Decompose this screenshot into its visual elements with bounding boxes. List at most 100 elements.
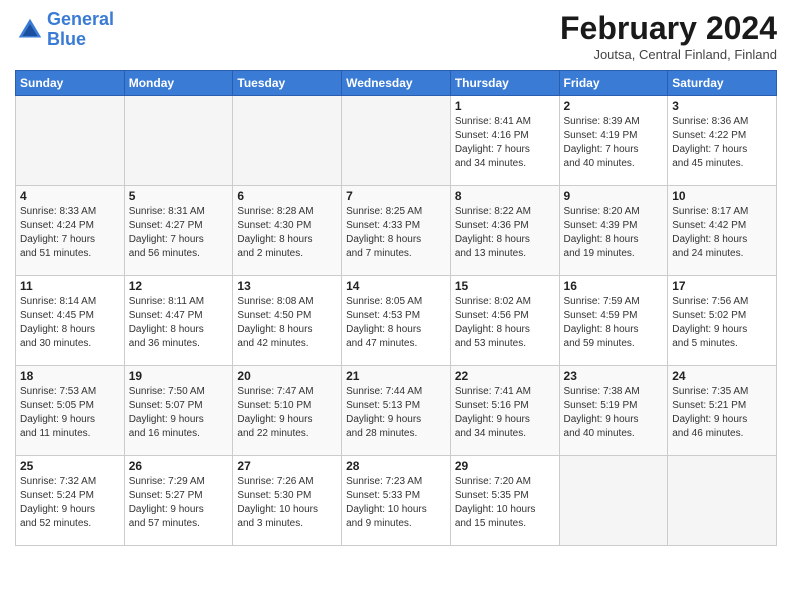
day-number: 16 bbox=[564, 279, 664, 293]
calendar-day-cell: 28Sunrise: 7:23 AM Sunset: 5:33 PM Dayli… bbox=[342, 456, 451, 546]
day-number: 2 bbox=[564, 99, 664, 113]
day-info: Sunrise: 8:25 AM Sunset: 4:33 PM Dayligh… bbox=[346, 205, 446, 261]
day-info: Sunrise: 7:26 AM Sunset: 5:30 PM Dayligh… bbox=[237, 475, 337, 531]
calendar-day-cell: 11 Sunrise: 8:14 AM Sunset: 4:45 PM Dayli… bbox=[16, 276, 125, 366]
day-info: Sunrise: 8:39 AM Sunset: 4:19 PM Dayligh… bbox=[564, 115, 664, 171]
calendar-day-cell: 19 Sunrise: 7:50 AM Sunset: 5:07 PM Dayli… bbox=[124, 366, 233, 456]
calendar-day-cell: 24Sunrise: 7:35 AM Sunset: 5:21 PM Dayli… bbox=[668, 366, 777, 456]
day-number: 22 bbox=[455, 369, 555, 383]
day-info: Sunrise: 7:53 AM Sunset: 5:05 PM Dayligh… bbox=[20, 385, 120, 441]
day-info: Sunrise: 8:22 AM Sunset: 4:36 PM Dayligh… bbox=[455, 205, 555, 261]
day-number: 18 bbox=[20, 369, 120, 383]
day-number: 17 bbox=[672, 279, 772, 293]
logo-line1: General bbox=[47, 9, 114, 29]
day-number: 27 bbox=[237, 459, 337, 473]
calendar-day-cell bbox=[559, 456, 668, 546]
day-number: 10 bbox=[672, 189, 772, 203]
weekday-header-cell: Friday bbox=[559, 71, 668, 96]
day-number: 12 bbox=[129, 279, 229, 293]
month-title: February 2024 bbox=[560, 10, 777, 47]
calendar-day-cell bbox=[342, 96, 451, 186]
calendar-day-cell: 23 Sunrise: 7:38 AM Sunset: 5:19 PM Dayli… bbox=[559, 366, 668, 456]
day-number: 26 bbox=[129, 459, 229, 473]
calendar-day-cell: 7 Sunrise: 8:25 AM Sunset: 4:33 PM Daylig… bbox=[342, 186, 451, 276]
calendar-day-cell: 14 Sunrise: 8:05 AM Sunset: 4:53 PM Dayli… bbox=[342, 276, 451, 366]
day-number: 14 bbox=[346, 279, 446, 293]
calendar-day-cell: 18 Sunrise: 7:53 AM Sunset: 5:05 PM Dayli… bbox=[16, 366, 125, 456]
calendar-day-cell: 12 Sunrise: 8:11 AM Sunset: 4:47 PM Dayli… bbox=[124, 276, 233, 366]
weekday-header-cell: Monday bbox=[124, 71, 233, 96]
day-number: 15 bbox=[455, 279, 555, 293]
calendar-day-cell: 22 Sunrise: 7:41 AM Sunset: 5:16 PM Dayli… bbox=[450, 366, 559, 456]
day-info: Sunrise: 7:32 AM Sunset: 5:24 PM Dayligh… bbox=[20, 475, 120, 531]
day-info: Sunrise: 8:20 AM Sunset: 4:39 PM Dayligh… bbox=[564, 205, 664, 261]
day-info: Sunrise: 7:44 AM Sunset: 5:13 PM Dayligh… bbox=[346, 385, 446, 441]
day-info: Sunrise: 7:41 AM Sunset: 5:16 PM Dayligh… bbox=[455, 385, 555, 441]
day-info: Sunrise: 8:08 AM Sunset: 4:50 PM Dayligh… bbox=[237, 295, 337, 351]
day-number: 24 bbox=[672, 369, 772, 383]
calendar-day-cell bbox=[16, 96, 125, 186]
calendar-day-cell: 29Sunrise: 7:20 AM Sunset: 5:35 PM Dayli… bbox=[450, 456, 559, 546]
weekday-header-cell: Wednesday bbox=[342, 71, 451, 96]
day-info: Sunrise: 8:41 AM Sunset: 4:16 PM Dayligh… bbox=[455, 115, 555, 171]
calendar-day-cell: 1 Sunrise: 8:41 AM Sunset: 4:16 PM Daylig… bbox=[450, 96, 559, 186]
calendar-body: 1 Sunrise: 8:41 AM Sunset: 4:16 PM Daylig… bbox=[16, 96, 777, 546]
calendar-day-cell: 3Sunrise: 8:36 AM Sunset: 4:22 PM Daylig… bbox=[668, 96, 777, 186]
day-number: 25 bbox=[20, 459, 120, 473]
day-info: Sunrise: 7:56 AM Sunset: 5:02 PM Dayligh… bbox=[672, 295, 772, 351]
day-info: Sunrise: 7:47 AM Sunset: 5:10 PM Dayligh… bbox=[237, 385, 337, 441]
day-number: 23 bbox=[564, 369, 664, 383]
day-info: Sunrise: 8:11 AM Sunset: 4:47 PM Dayligh… bbox=[129, 295, 229, 351]
weekday-header-cell: Thursday bbox=[450, 71, 559, 96]
logo-line2: Blue bbox=[47, 29, 86, 49]
day-info: Sunrise: 8:17 AM Sunset: 4:42 PM Dayligh… bbox=[672, 205, 772, 261]
day-info: Sunrise: 8:05 AM Sunset: 4:53 PM Dayligh… bbox=[346, 295, 446, 351]
day-number: 13 bbox=[237, 279, 337, 293]
calendar-table: SundayMondayTuesdayWednesdayThursdayFrid… bbox=[15, 70, 777, 546]
logo: General Blue bbox=[15, 10, 114, 50]
weekday-header-cell: Sunday bbox=[16, 71, 125, 96]
weekday-header-row: SundayMondayTuesdayWednesdayThursdayFrid… bbox=[16, 71, 777, 96]
day-number: 28 bbox=[346, 459, 446, 473]
calendar-day-cell: 6Sunrise: 8:28 AM Sunset: 4:30 PM Daylig… bbox=[233, 186, 342, 276]
day-number: 6 bbox=[237, 189, 337, 203]
calendar-day-cell: 8 Sunrise: 8:22 AM Sunset: 4:36 PM Daylig… bbox=[450, 186, 559, 276]
day-info: Sunrise: 8:36 AM Sunset: 4:22 PM Dayligh… bbox=[672, 115, 772, 171]
calendar-day-cell: 15 Sunrise: 8:02 AM Sunset: 4:56 PM Dayli… bbox=[450, 276, 559, 366]
day-number: 8 bbox=[455, 189, 555, 203]
calendar-week-row: 18 Sunrise: 7:53 AM Sunset: 5:05 PM Dayli… bbox=[16, 366, 777, 456]
calendar-day-cell: 25 Sunrise: 7:32 AM Sunset: 5:24 PM Dayli… bbox=[16, 456, 125, 546]
day-number: 7 bbox=[346, 189, 446, 203]
calendar-day-cell: 10 Sunrise: 8:17 AM Sunset: 4:42 PM Dayli… bbox=[668, 186, 777, 276]
day-number: 9 bbox=[564, 189, 664, 203]
calendar-day-cell: 16 Sunrise: 7:59 AM Sunset: 4:59 PM Dayli… bbox=[559, 276, 668, 366]
calendar-week-row: 4Sunrise: 8:33 AM Sunset: 4:24 PM Daylig… bbox=[16, 186, 777, 276]
day-info: Sunrise: 7:50 AM Sunset: 5:07 PM Dayligh… bbox=[129, 385, 229, 441]
day-number: 29 bbox=[455, 459, 555, 473]
day-info: Sunrise: 8:02 AM Sunset: 4:56 PM Dayligh… bbox=[455, 295, 555, 351]
calendar-day-cell: 27 Sunrise: 7:26 AM Sunset: 5:30 PM Dayli… bbox=[233, 456, 342, 546]
calendar-day-cell: 20 Sunrise: 7:47 AM Sunset: 5:10 PM Dayli… bbox=[233, 366, 342, 456]
calendar-day-cell: 26 Sunrise: 7:29 AM Sunset: 5:27 PM Dayli… bbox=[124, 456, 233, 546]
title-block: February 2024 Joutsa, Central Finland, F… bbox=[560, 10, 777, 62]
page-container: General Blue February 2024 Joutsa, Centr… bbox=[0, 0, 792, 556]
day-number: 11 bbox=[20, 279, 120, 293]
calendar-day-cell: 9 Sunrise: 8:20 AM Sunset: 4:39 PM Daylig… bbox=[559, 186, 668, 276]
day-info: Sunrise: 7:29 AM Sunset: 5:27 PM Dayligh… bbox=[129, 475, 229, 531]
calendar-day-cell: 17 Sunrise: 7:56 AM Sunset: 5:02 PM Dayli… bbox=[668, 276, 777, 366]
calendar-day-cell: 5Sunrise: 8:31 AM Sunset: 4:27 PM Daylig… bbox=[124, 186, 233, 276]
calendar-day-cell bbox=[124, 96, 233, 186]
calendar-day-cell bbox=[668, 456, 777, 546]
day-info: Sunrise: 7:59 AM Sunset: 4:59 PM Dayligh… bbox=[564, 295, 664, 351]
calendar-week-row: 1 Sunrise: 8:41 AM Sunset: 4:16 PM Daylig… bbox=[16, 96, 777, 186]
day-number: 1 bbox=[455, 99, 555, 113]
calendar-week-row: 25 Sunrise: 7:32 AM Sunset: 5:24 PM Dayli… bbox=[16, 456, 777, 546]
calendar-week-row: 11 Sunrise: 8:14 AM Sunset: 4:45 PM Dayli… bbox=[16, 276, 777, 366]
day-number: 19 bbox=[129, 369, 229, 383]
day-info: Sunrise: 8:14 AM Sunset: 4:45 PM Dayligh… bbox=[20, 295, 120, 351]
header: General Blue February 2024 Joutsa, Centr… bbox=[15, 10, 777, 62]
day-number: 20 bbox=[237, 369, 337, 383]
logo-text: General Blue bbox=[47, 10, 114, 50]
day-info: Sunrise: 7:38 AM Sunset: 5:19 PM Dayligh… bbox=[564, 385, 664, 441]
day-number: 5 bbox=[129, 189, 229, 203]
